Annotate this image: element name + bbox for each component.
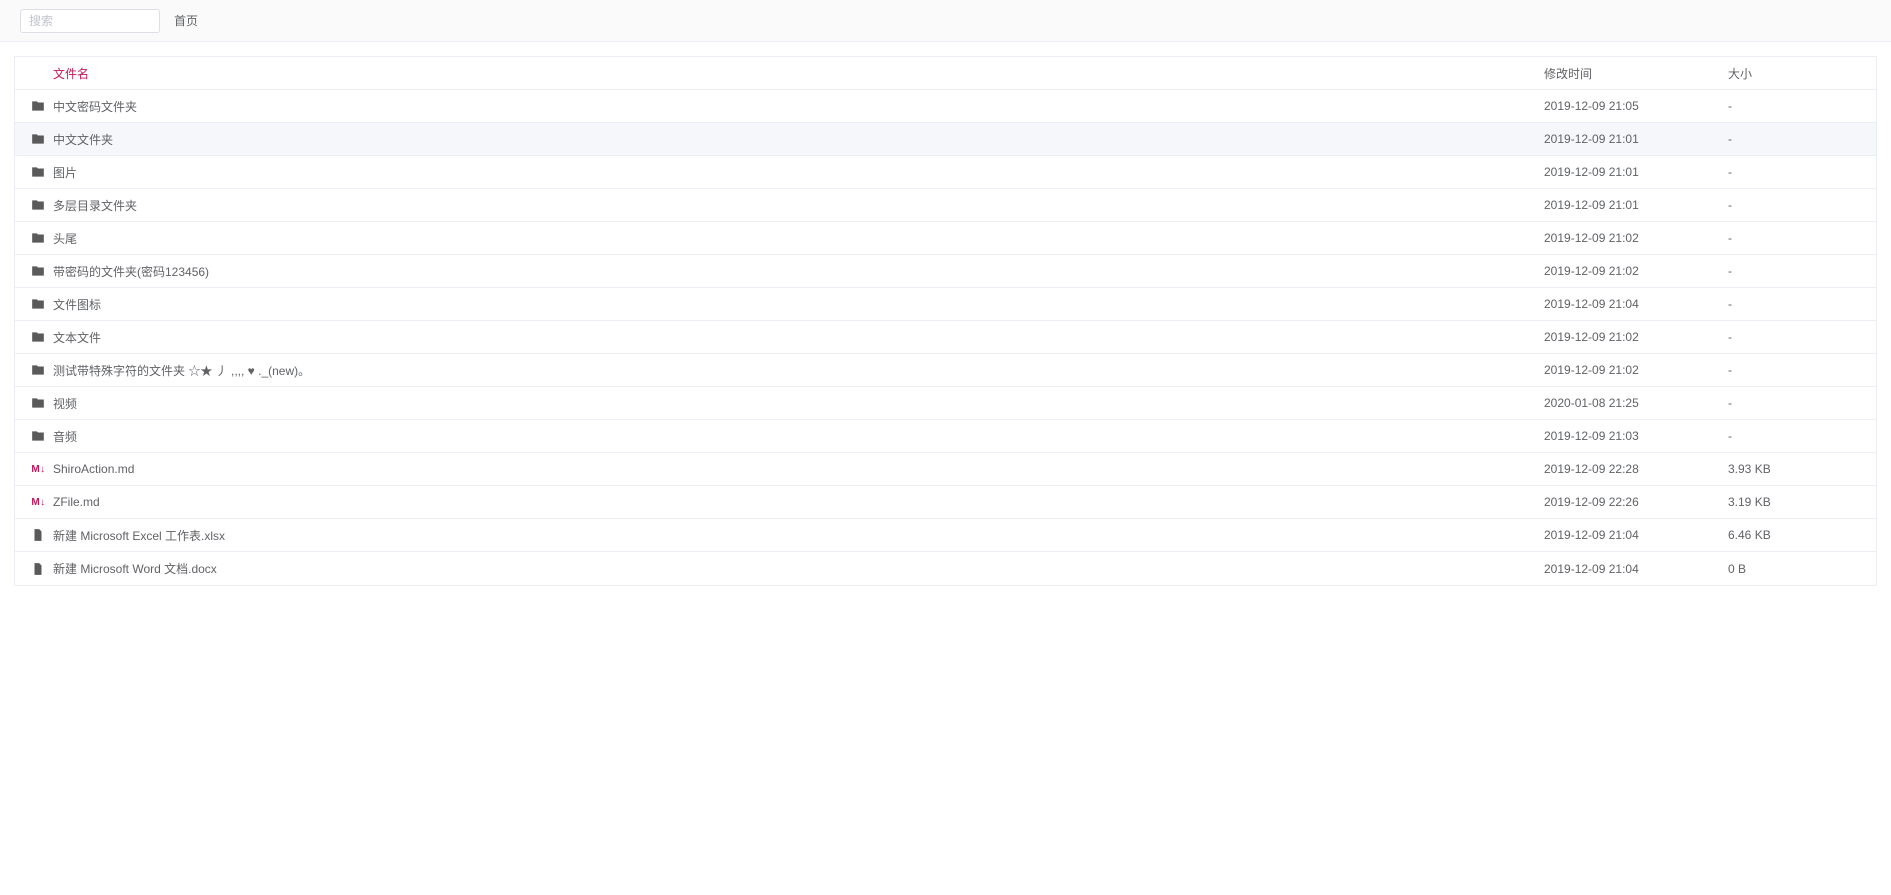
table-row[interactable]: 多层目录文件夹2019-12-09 21:01- <box>15 189 1876 222</box>
row-size: - <box>1728 396 1868 410</box>
row-name: 图片 <box>53 164 1544 181</box>
row-name: 带密码的文件夹(密码123456) <box>53 263 1544 280</box>
row-icon <box>23 198 53 212</box>
table-row[interactable]: 中文文件夹2019-12-09 21:01- <box>15 123 1876 156</box>
row-size: - <box>1728 363 1868 377</box>
folder-icon <box>30 297 46 311</box>
row-icon <box>23 264 53 278</box>
table-row[interactable]: 中文密码文件夹2019-12-09 21:05- <box>15 90 1876 123</box>
row-icon <box>23 396 53 410</box>
row-mtime: 2019-12-09 21:02 <box>1544 363 1728 377</box>
row-name: 多层目录文件夹 <box>53 197 1544 214</box>
file-table: 文件名 修改时间 大小 中文密码文件夹2019-12-09 21:05-中文文件… <box>14 56 1877 586</box>
table-row[interactable]: 新建 Microsoft Excel 工作表.xlsx2019-12-09 21… <box>15 519 1876 552</box>
row-mtime: 2019-12-09 21:04 <box>1544 528 1728 542</box>
row-icon: M↓ <box>23 497 53 508</box>
row-mtime: 2020-01-08 21:25 <box>1544 396 1728 410</box>
col-mtime-header[interactable]: 修改时间 <box>1544 65 1728 82</box>
folder-icon <box>30 264 46 278</box>
row-mtime: 2019-12-09 22:26 <box>1544 495 1728 509</box>
row-name: 音频 <box>53 428 1544 445</box>
row-size: - <box>1728 429 1868 443</box>
table-row[interactable]: 音频2019-12-09 21:03- <box>15 420 1876 453</box>
row-size: - <box>1728 198 1868 212</box>
folder-icon <box>30 231 46 245</box>
table-row[interactable]: 图片2019-12-09 21:01- <box>15 156 1876 189</box>
row-mtime: 2019-12-09 21:01 <box>1544 132 1728 146</box>
row-mtime: 2019-12-09 21:02 <box>1544 264 1728 278</box>
table-row[interactable]: 测试带特殊字符的文件夹 ☆★ 丿 ,,,, ♥ ._(new)。2019-12-… <box>15 354 1876 387</box>
row-name: 中文密码文件夹 <box>53 98 1544 115</box>
row-size: 6.46 KB <box>1728 528 1868 542</box>
table-row[interactable]: M↓ ShiroAction.md2019-12-09 22:283.93 KB <box>15 453 1876 486</box>
folder-icon <box>30 132 46 146</box>
table-row[interactable]: 带密码的文件夹(密码123456)2019-12-09 21:02- <box>15 255 1876 288</box>
row-icon <box>23 99 53 113</box>
row-mtime: 2019-12-09 21:02 <box>1544 231 1728 245</box>
table-row[interactable]: 头尾2019-12-09 21:02- <box>15 222 1876 255</box>
row-icon <box>23 132 53 146</box>
table-header: 文件名 修改时间 大小 <box>15 57 1876 90</box>
row-icon <box>23 297 53 311</box>
row-name: 中文文件夹 <box>53 131 1544 148</box>
row-icon <box>23 330 53 344</box>
row-size: - <box>1728 165 1868 179</box>
row-size: - <box>1728 231 1868 245</box>
folder-icon <box>30 429 46 443</box>
row-mtime: 2019-12-09 21:01 <box>1544 165 1728 179</box>
row-name: 新建 Microsoft Excel 工作表.xlsx <box>53 527 1544 544</box>
row-mtime: 2019-12-09 21:03 <box>1544 429 1728 443</box>
row-icon <box>23 231 53 245</box>
row-size: 3.93 KB <box>1728 462 1868 476</box>
breadcrumb-home[interactable]: 首页 <box>174 12 198 29</box>
table-row[interactable]: 新建 Microsoft Word 文档.docx2019-12-09 21:0… <box>15 552 1876 585</box>
top-bar: 首页 <box>0 0 1891 42</box>
folder-icon <box>30 198 46 212</box>
row-mtime: 2019-12-09 21:04 <box>1544 562 1728 576</box>
row-name: 视频 <box>53 395 1544 412</box>
row-mtime: 2019-12-09 22:28 <box>1544 462 1728 476</box>
row-size: - <box>1728 297 1868 311</box>
folder-icon <box>30 165 46 179</box>
row-icon <box>23 528 53 542</box>
folder-icon <box>30 330 46 344</box>
file-icon <box>30 562 46 576</box>
search-input[interactable] <box>20 9 160 33</box>
row-name: ShiroAction.md <box>53 462 1544 476</box>
row-icon <box>23 165 53 179</box>
row-mtime: 2019-12-09 21:04 <box>1544 297 1728 311</box>
col-name-header[interactable]: 文件名 <box>53 65 1544 82</box>
row-icon <box>23 562 53 576</box>
row-icon: M↓ <box>23 464 53 475</box>
row-mtime: 2019-12-09 21:05 <box>1544 99 1728 113</box>
table-row[interactable]: 文本文件2019-12-09 21:02- <box>15 321 1876 354</box>
row-name: ZFile.md <box>53 495 1544 509</box>
markdown-icon: M↓ <box>31 497 44 508</box>
row-name: 测试带特殊字符的文件夹 ☆★ 丿 ,,,, ♥ ._(new)。 <box>53 362 1544 379</box>
row-size: - <box>1728 264 1868 278</box>
row-name: 文本文件 <box>53 329 1544 346</box>
folder-icon <box>30 396 46 410</box>
row-size: - <box>1728 330 1868 344</box>
row-mtime: 2019-12-09 21:02 <box>1544 330 1728 344</box>
row-name: 头尾 <box>53 230 1544 247</box>
table-row[interactable]: 文件图标2019-12-09 21:04- <box>15 288 1876 321</box>
markdown-icon: M↓ <box>31 464 44 475</box>
table-row[interactable]: 视频2020-01-08 21:25- <box>15 387 1876 420</box>
col-size-header[interactable]: 大小 <box>1728 65 1868 82</box>
row-size: - <box>1728 99 1868 113</box>
folder-icon <box>30 363 46 377</box>
table-row[interactable]: M↓ ZFile.md2019-12-09 22:263.19 KB <box>15 486 1876 519</box>
row-size: - <box>1728 132 1868 146</box>
folder-icon <box>30 99 46 113</box>
row-size: 0 B <box>1728 562 1868 576</box>
row-mtime: 2019-12-09 21:01 <box>1544 198 1728 212</box>
row-icon <box>23 429 53 443</box>
file-icon <box>30 528 46 542</box>
row-size: 3.19 KB <box>1728 495 1868 509</box>
row-name: 新建 Microsoft Word 文档.docx <box>53 560 1544 577</box>
row-name: 文件图标 <box>53 296 1544 313</box>
row-icon <box>23 363 53 377</box>
